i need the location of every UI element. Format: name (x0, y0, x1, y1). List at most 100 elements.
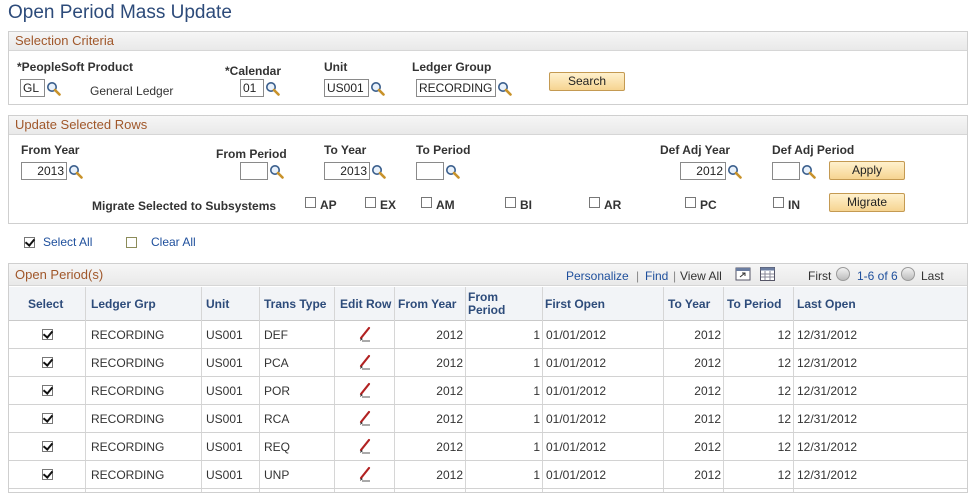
previous-page-icon[interactable] (836, 267, 850, 281)
from-period-input[interactable] (240, 162, 268, 180)
cell-unit: US001 (206, 384, 243, 398)
ledger-group-input[interactable]: RECORDING (416, 79, 496, 97)
apply-button[interactable]: Apply (829, 161, 905, 180)
col-unit[interactable]: Unit (206, 298, 229, 311)
col-to-year[interactable]: To Year (668, 298, 710, 311)
to-period-lookup-icon[interactable] (445, 164, 460, 179)
select-all-checkbox[interactable] (24, 237, 35, 248)
from-year-lookup-icon[interactable] (68, 164, 83, 179)
def-adj-period-lookup-icon[interactable] (801, 164, 816, 179)
cell-last-open: 12/31/2012 (797, 440, 858, 454)
row-range: 1-6 of 6 (857, 269, 898, 283)
cell-from-period: 1 (533, 328, 540, 342)
row-select-checkbox[interactable] (42, 357, 53, 368)
search-button[interactable]: Search (549, 72, 625, 91)
subsystem-ar-checkbox[interactable] (589, 197, 600, 208)
col-edit-row: Edit Row (340, 297, 392, 311)
def-adj-year-lookup-icon[interactable] (727, 164, 742, 179)
cell-from-year: 2012 (436, 440, 463, 454)
subsystem-am-checkbox[interactable] (421, 197, 432, 208)
cell-from-period: 1 (533, 468, 540, 482)
def-adj-year-input[interactable]: 2012 (680, 162, 726, 180)
edit-row-icon[interactable] (358, 410, 372, 426)
clear-all-link[interactable]: Clear All (151, 235, 196, 249)
cell-first-open: 01/01/2012 (546, 356, 607, 370)
first-label: First (808, 269, 832, 283)
select-all-link[interactable]: Select All (43, 235, 92, 249)
grid-title: Open Period(s) (15, 267, 104, 282)
cell-to-period: 12 (777, 356, 791, 370)
calendar-lookup-icon[interactable] (265, 81, 280, 96)
product-description: General Ledger (90, 84, 174, 98)
cell-first-open: 01/01/2012 (546, 468, 607, 482)
cell-ledger-grp: RECORDING (91, 356, 165, 370)
from-year-input[interactable]: 2013 (21, 162, 67, 180)
col-from-period[interactable]: From Period (468, 291, 505, 317)
cell-from-year: 2012 (436, 328, 463, 342)
unit-lookup-icon[interactable] (370, 81, 385, 96)
col-select: Select (28, 297, 64, 311)
col-last-open[interactable]: Last Open (797, 298, 856, 311)
edit-row-icon[interactable] (358, 354, 372, 370)
migrate-subsystems-label: Migrate Selected to Subsystems (92, 199, 277, 213)
edit-row-icon[interactable] (358, 466, 372, 482)
selection-criteria-header: Selection Criteria (9, 32, 967, 51)
product-input[interactable]: GL (20, 79, 45, 97)
cell-unit: US001 (206, 468, 243, 482)
to-year-input[interactable]: 2013 (324, 162, 370, 180)
cell-unit: US001 (206, 412, 243, 426)
row-select-checkbox[interactable] (42, 469, 53, 480)
cell-to-year: 2012 (694, 384, 721, 398)
subsystem-in-checkbox[interactable] (773, 197, 784, 208)
next-page-icon[interactable] (901, 267, 915, 281)
edit-row-icon[interactable] (358, 326, 372, 342)
row-select-checkbox[interactable] (42, 329, 53, 340)
personalize-link[interactable]: Personalize (566, 269, 629, 283)
view-all-link[interactable]: View All (680, 269, 722, 283)
col-from-year[interactable]: From Year (398, 298, 456, 311)
product-label: *PeopleSoft Product (17, 60, 134, 74)
row-select-checkbox[interactable] (42, 413, 53, 424)
cell-ledger-grp: RECORDING (91, 468, 165, 482)
product-lookup-icon[interactable] (46, 81, 61, 96)
col-to-period[interactable]: To Period (727, 298, 781, 311)
subsystem-ap-checkbox[interactable] (305, 197, 316, 208)
col-trans-type[interactable]: Trans Type (264, 298, 326, 311)
to-period-input[interactable] (416, 162, 444, 180)
ledger-group-lookup-icon[interactable] (497, 81, 512, 96)
subsystem-pc-checkbox[interactable] (685, 197, 696, 208)
download-grid-icon[interactable] (760, 267, 775, 281)
find-link[interactable]: Find (645, 269, 668, 283)
migrate-button[interactable]: Migrate (829, 193, 905, 212)
to-period-label: To Period (416, 143, 471, 157)
row-select-checkbox[interactable] (42, 441, 53, 452)
def-adj-year-label: Def Adj Year (660, 143, 731, 157)
def-adj-period-input[interactable] (772, 162, 800, 180)
table-row: RECORDING US001 PCA 2012 1 01/01/2012 2012 12 12… (9, 349, 967, 377)
cell-trans-type: PCA (264, 356, 289, 370)
from-period-lookup-icon[interactable] (269, 164, 284, 179)
from-year-label: From Year (21, 143, 80, 157)
unit-input[interactable]: US001 (324, 79, 369, 97)
subsystem-pc-label: PC (700, 198, 717, 212)
zoom-grid-icon[interactable] (735, 267, 751, 281)
subsystem-bi-checkbox[interactable] (505, 197, 516, 208)
cell-trans-type: REQ (264, 440, 291, 454)
edit-row-icon[interactable] (358, 382, 372, 398)
cell-ledger-grp: RECORDING (91, 412, 165, 426)
page-title: Open Period Mass Update (8, 2, 232, 23)
calendar-input[interactable]: 01 (240, 79, 264, 97)
row-select-checkbox[interactable] (42, 385, 53, 396)
last-label: Last (921, 269, 944, 283)
edit-row-icon[interactable] (358, 438, 372, 454)
subsystem-ex-checkbox[interactable] (365, 197, 376, 208)
col-from-period-line2: Period (468, 303, 506, 317)
to-year-lookup-icon[interactable] (371, 164, 386, 179)
cell-from-year: 2012 (436, 384, 463, 398)
subsystem-am-label: AM (436, 198, 455, 212)
cell-to-year: 2012 (694, 440, 721, 454)
col-first-open[interactable]: First Open (545, 298, 605, 311)
cell-to-period: 12 (777, 328, 791, 342)
clear-all-checkbox[interactable] (126, 237, 137, 248)
col-ledger-grp[interactable]: Ledger Grp (91, 298, 156, 311)
